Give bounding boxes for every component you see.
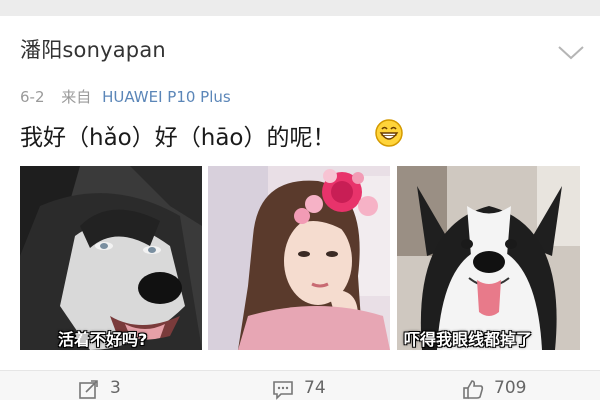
post-text: 我好（hǎo）好（hāo）的呢！ — [20, 125, 336, 151]
top-gap — [0, 0, 600, 16]
post-image-girl-flower-crown[interactable] — [208, 166, 390, 350]
source-label: 来自 — [61, 88, 92, 106]
like-button[interactable]: 709 — [462, 378, 526, 400]
chevron-down-icon[interactable] — [556, 44, 586, 62]
like-count: 709 — [494, 378, 527, 398]
image-caption-1: 活着不好吗? — [58, 330, 148, 349]
post-meta: 6-2 来自 HUAWEI P10 Plus — [20, 86, 231, 107]
comment-count: 74 — [304, 378, 326, 398]
comment-button[interactable]: 74 — [272, 378, 326, 400]
post-device-source[interactable]: HUAWEI P10 Plus — [102, 88, 231, 106]
girl-illustration — [208, 166, 390, 350]
post-image-husky-side-eye[interactable] — [20, 166, 202, 350]
image-caption-3: 吓得我眼线都掉了 — [404, 330, 533, 349]
husky-illustration — [20, 166, 202, 350]
repost-button[interactable]: 3 — [78, 378, 121, 400]
repost-icon — [79, 380, 98, 399]
grin-emoji-icon — [375, 119, 403, 147]
comment-icon — [273, 381, 293, 400]
post-image-smiling-husky[interactable] — [397, 166, 580, 350]
post-username[interactable]: 潘阳sonyapan — [20, 34, 166, 64]
repost-count: 3 — [110, 378, 121, 398]
thumbs-up-icon — [463, 380, 484, 399]
smiling-husky-illustration — [397, 166, 580, 350]
post-date: 6-2 — [20, 88, 45, 106]
